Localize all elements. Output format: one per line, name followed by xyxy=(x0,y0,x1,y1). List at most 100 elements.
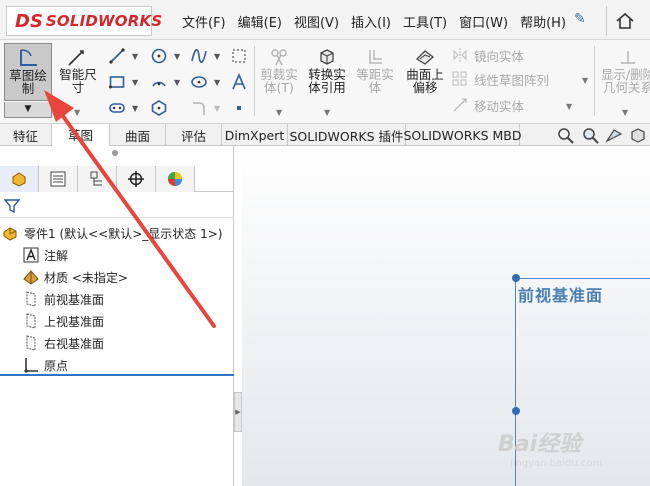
front-plane-label: 前视基准面 xyxy=(44,292,105,307)
text-tool-button[interactable] xyxy=(228,72,250,92)
pin-icon[interactable]: ✎ xyxy=(574,11,586,27)
menu-insert[interactable]: 插入(I) xyxy=(345,12,397,31)
sketch-label-2: 制 xyxy=(21,81,35,96)
previous-view-icon[interactable] xyxy=(604,126,624,144)
solidworks-logo[interactable]: DS SOLIDWORKS xyxy=(6,6,162,36)
tab-dimxpert-manager[interactable] xyxy=(117,166,156,192)
tree-item-part[interactable]: 零件1 (默认<<默认>_显示状态 1>) xyxy=(0,222,234,244)
home-button[interactable] xyxy=(606,6,650,36)
ellipse-dropdown-icon[interactable]: ▼ xyxy=(214,78,220,87)
linear-sketch-pattern-button[interactable]: 线性草图阵列 xyxy=(452,68,549,90)
display-delete-relations-button[interactable]: 显示/删除 几何关系 xyxy=(598,43,650,101)
mirror-entities-button[interactable]: 镜向实体 xyxy=(452,44,524,66)
circle-dropdown-icon[interactable]: ▼ xyxy=(174,52,180,61)
menu-view[interactable]: 视图(V) xyxy=(288,12,345,31)
convert-label-2: 体引用 xyxy=(308,80,346,95)
fillet-tool-button[interactable] xyxy=(188,98,210,118)
menu-help[interactable]: 帮助(H) xyxy=(514,12,572,31)
plane-icon xyxy=(22,290,40,308)
dashed-rectangle-icon xyxy=(232,49,246,63)
mirror-label: 镜向实体 xyxy=(474,48,525,64)
tab-solidworks-mbd[interactable]: SOLIDWORKS MBD xyxy=(403,124,522,146)
chevron-right-icon: ▶ xyxy=(235,408,241,416)
spline-tool-button[interactable] xyxy=(188,46,210,66)
tab-configuration-manager[interactable] xyxy=(78,166,117,192)
slot-icon xyxy=(109,103,125,113)
annotation-icon xyxy=(22,246,40,264)
tab-feature-manager[interactable] xyxy=(0,166,39,192)
tab-display-manager[interactable] xyxy=(156,166,195,192)
point-tool-button[interactable] xyxy=(228,98,250,118)
convert-entities-icon xyxy=(320,49,334,65)
tree-item-top-plane[interactable]: 上视基准面 xyxy=(0,310,234,332)
zoom-area-icon[interactable] xyxy=(580,126,600,144)
convert-entities-button[interactable]: 转换实 体引用 xyxy=(304,43,350,101)
fillet-dropdown-icon[interactable]: ▼ xyxy=(214,104,220,113)
sketch-button[interactable]: 草图绘 制 xyxy=(4,43,52,101)
baidu-watermark: Bai经验 xyxy=(498,432,582,457)
move-entities-button[interactable]: 移动实体 xyxy=(452,94,524,116)
graphics-area[interactable] xyxy=(242,146,650,486)
polygon-tool-button[interactable] xyxy=(148,98,170,118)
linear-pattern-icon xyxy=(452,71,467,86)
construction-geometry-button[interactable] xyxy=(228,46,250,66)
rectangle-dropdown-icon[interactable]: ▼ xyxy=(132,78,138,87)
move-dropdown-icon[interactable]: ▼ xyxy=(566,102,572,111)
offset-entities-button[interactable]: 等距实 体 xyxy=(354,43,396,101)
menu-edit[interactable]: 编辑(E) xyxy=(232,12,288,31)
offset-on-surface-button[interactable]: 曲面上 偏移 xyxy=(402,43,448,101)
trim-dropdown-icon[interactable]: ▼ xyxy=(276,108,282,117)
tab-dimxpert[interactable]: DimXpert xyxy=(222,124,288,146)
tab-property-manager[interactable] xyxy=(39,166,78,192)
annotations-label: 注解 xyxy=(44,248,69,263)
rectangle-tool-button[interactable] xyxy=(106,72,128,92)
menu-tools[interactable]: 工具(T) xyxy=(397,12,453,31)
sketch-dropdown-button[interactable]: ▼ xyxy=(4,102,52,118)
logo-text: SOLIDWORKS xyxy=(45,12,163,30)
material-label: 材质 <未指定> xyxy=(44,270,128,285)
view-orientation-icon[interactable] xyxy=(628,126,648,144)
menu-file[interactable]: 文件(F) xyxy=(176,12,232,31)
point-icon xyxy=(237,106,241,110)
circle-tool-button[interactable] xyxy=(148,46,170,66)
spline-dropdown-icon[interactable]: ▼ xyxy=(214,52,220,61)
panel-collapse-handle[interactable]: ▶ xyxy=(234,392,242,432)
pattern-dropdown-icon[interactable]: ▼ xyxy=(582,76,588,85)
tab-features[interactable]: 特征 xyxy=(0,124,52,146)
trim-entities-button[interactable]: 剪裁实 体(T) xyxy=(258,43,300,101)
tab-surfaces[interactable]: 曲面 xyxy=(110,124,166,146)
top-plane-label: 上视基准面 xyxy=(44,314,105,329)
ellipse-icon xyxy=(191,76,207,88)
line-dropdown-icon[interactable]: ▼ xyxy=(132,52,138,61)
sketch-tools-grid: ▼ ▼ ▼ ▼ ▼ ▼ ▼ ▼ xyxy=(104,44,254,120)
arc-dropdown-icon[interactable]: ▼ xyxy=(174,78,180,87)
tree-filter[interactable] xyxy=(0,194,234,218)
move-label: 移动实体 xyxy=(474,98,525,114)
tree-item-annotations[interactable]: 注解 xyxy=(0,244,234,266)
line-tool-button[interactable] xyxy=(106,46,128,66)
slot-tool-button[interactable] xyxy=(106,98,128,118)
ds-logo-icon: DS xyxy=(15,10,43,32)
menu-window[interactable]: 窗口(W) xyxy=(453,12,514,31)
part-name: 零件1 (默认<<默认>_显示状态 1>) xyxy=(24,226,223,241)
arc-tool-button[interactable] xyxy=(148,72,170,92)
zoom-to-fit-icon[interactable] xyxy=(556,126,576,144)
plane-corner-handle[interactable] xyxy=(512,274,520,282)
ellipse-tool-button[interactable] xyxy=(188,72,210,92)
panel-resize-grip[interactable] xyxy=(112,150,118,156)
tab-evaluate[interactable]: 评估 xyxy=(166,124,222,146)
convert-dropdown-icon[interactable]: ▼ xyxy=(324,108,330,117)
tree-item-material[interactable]: 材质 <未指定> xyxy=(0,266,234,288)
tab-sketch[interactable]: 草图 xyxy=(52,124,110,146)
tree-item-origin[interactable]: 原点 xyxy=(0,354,234,376)
tree-item-right-plane[interactable]: 右视基准面 xyxy=(0,332,234,354)
slot-dropdown-icon[interactable]: ▼ xyxy=(132,104,138,113)
property-list-icon xyxy=(50,171,66,187)
plane-icon xyxy=(22,334,40,352)
plane-edge-handle[interactable] xyxy=(512,407,520,415)
tree-item-front-plane[interactable]: 前视基准面 xyxy=(0,288,234,310)
smart-dim-dropdown-icon[interactable]: ▼ xyxy=(74,108,80,117)
tab-solidworks-addins[interactable]: SOLIDWORKS 插件 xyxy=(288,124,406,146)
smart-dimension-button[interactable]: 智能尺 寸 xyxy=(56,43,100,101)
relations-dropdown-icon[interactable]: ▼ xyxy=(622,108,628,117)
